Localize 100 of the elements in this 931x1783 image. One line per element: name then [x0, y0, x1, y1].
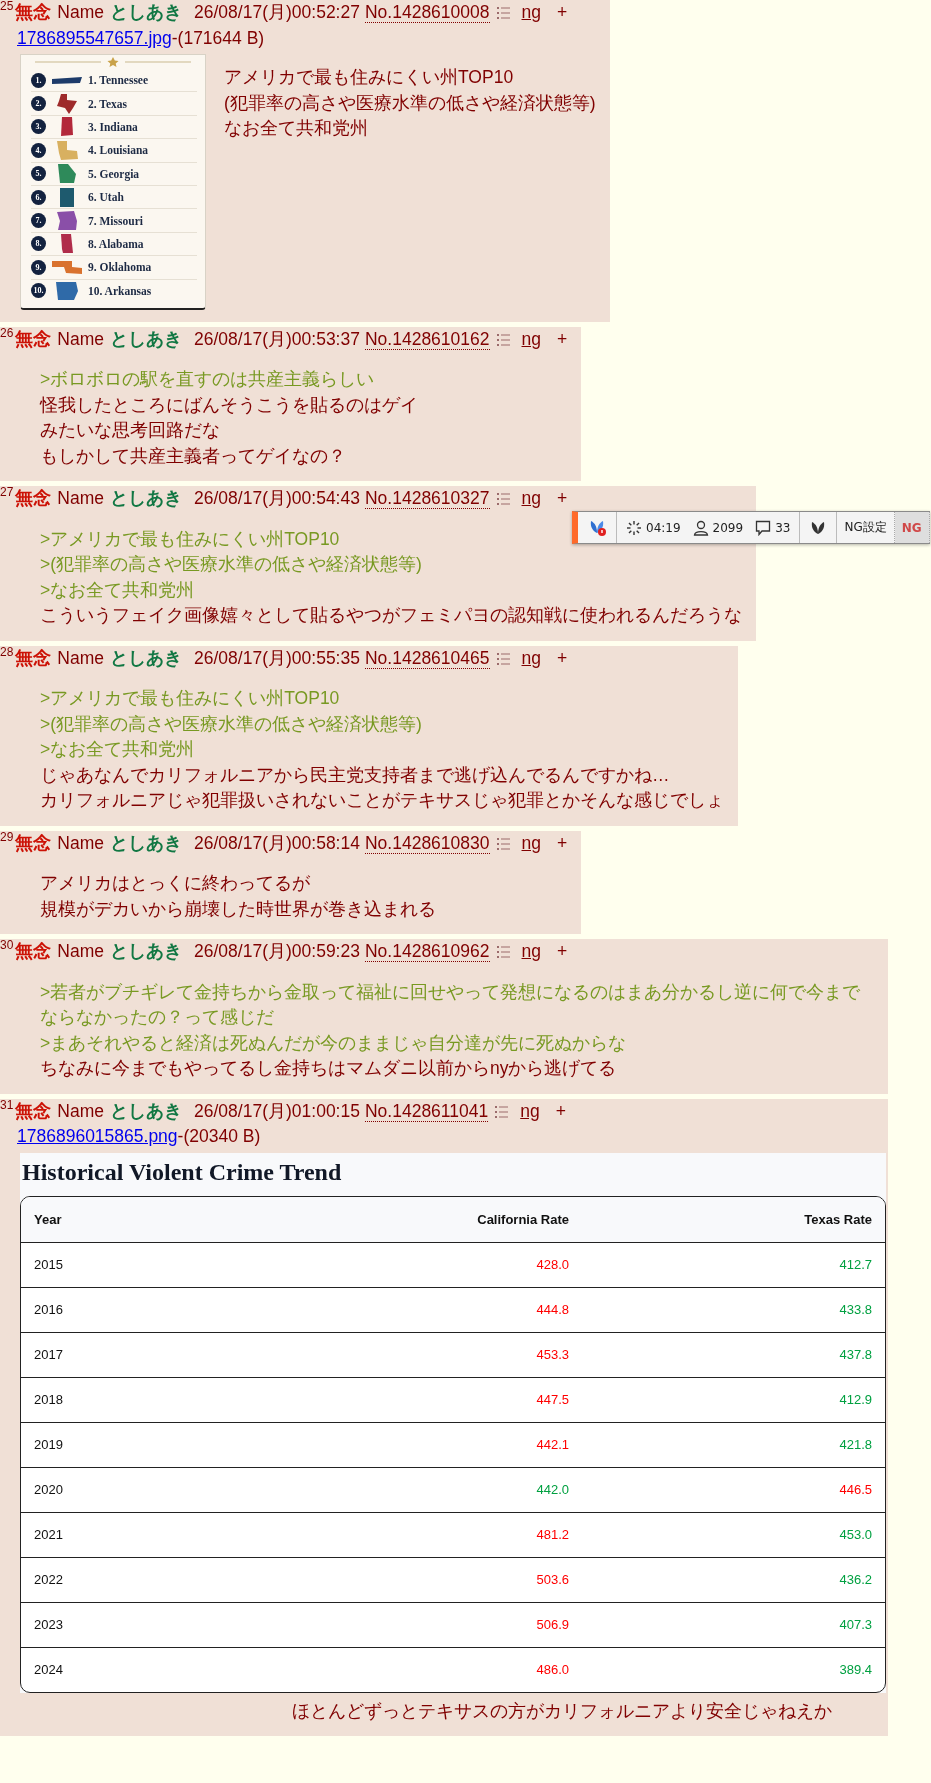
- comment-line: こういうフェイク画像嬉々として貼るやつがフェミパヨの認知戦に使われるんだろうな: [40, 604, 742, 628]
- state-label: 7. Missouri: [88, 214, 143, 227]
- add-button[interactable]: +: [557, 486, 568, 512]
- poster-name: としあき: [110, 1099, 183, 1123]
- name-label: Name: [57, 831, 105, 855]
- file-link[interactable]: 1786895547657.jpg: [17, 27, 172, 48]
- table-cell-text: 2023: [33, 1617, 64, 1633]
- list-icon[interactable]: [496, 945, 510, 960]
- comment-line: じゃあなんでカリフォルニアから民主党支持者まで逃げ込んでるんですかね…: [40, 763, 670, 787]
- table-title: Historical Violent Crime Trend: [21, 1157, 343, 1187]
- state-label: 3. Indiana: [88, 120, 138, 133]
- file-link[interactable]: 1786896015865.png: [17, 1126, 178, 1147]
- ng-link[interactable]: ng: [521, 645, 541, 672]
- post-number: 26: [0, 326, 14, 338]
- post-subject: 無念: [15, 1099, 52, 1123]
- post-subject: 無念: [15, 1, 52, 24]
- column-header: Year: [33, 1211, 63, 1227]
- ng-settings-button[interactable]: NG設定: [837, 512, 895, 543]
- poster-name: としあき: [110, 646, 183, 670]
- quote-line: >ボロボロの駅を直すのは共産主義らしい: [40, 368, 375, 392]
- comment-line: ほとんどずっとテキサスの方がカリフォルニアより安全じゃねえか: [292, 1699, 832, 1723]
- name-label: Name: [57, 1099, 105, 1123]
- list-icon[interactable]: [496, 5, 510, 20]
- list-icon[interactable]: [496, 492, 510, 507]
- post-id-link[interactable]: No.1428610327: [364, 488, 490, 510]
- add-button[interactable]: +: [557, 939, 568, 965]
- table-cell: 503.6: [536, 1572, 569, 1588]
- add-button[interactable]: +: [557, 830, 568, 857]
- poster-name: としあき: [110, 487, 183, 511]
- quote-line: >なお全て共和党州: [40, 738, 195, 762]
- ng-link[interactable]: ng: [520, 1098, 540, 1125]
- table-cell: 407.3: [839, 1617, 872, 1633]
- table-cell-text: 2019: [33, 1437, 64, 1453]
- quote-line: >(犯罪率の高さや医療水準の低さや経済状態等): [40, 712, 422, 736]
- table-cell-text: 2022: [33, 1572, 64, 1588]
- rank-badge: 7.: [31, 213, 46, 229]
- state-label: 5. Georgia: [88, 167, 140, 180]
- table-cell-text: 2017: [33, 1347, 64, 1363]
- add-button[interactable]: +: [557, 645, 568, 672]
- table-cell: 453.3: [536, 1347, 569, 1363]
- list-icon[interactable]: [496, 836, 510, 851]
- poster-name: としあき: [110, 1, 183, 24]
- column-header: Texas Rate: [803, 1211, 873, 1227]
- post-number: 25: [0, 0, 14, 11]
- comment-line: カリフォルニアじゃ犯罪扱いされないことがテキサスじゃ犯罪とかそんな感じでしょ: [40, 789, 724, 813]
- table-cell-text: 2015: [33, 1257, 64, 1273]
- post-id-link[interactable]: No.1428610162: [364, 328, 490, 350]
- rank-badge: 8.: [31, 236, 46, 252]
- table-cell-text: 2020: [33, 1482, 64, 1498]
- list-icon[interactable]: [496, 332, 510, 347]
- quote-line: >(犯罪率の高さや医療水準の低さや経済状態等): [40, 553, 422, 577]
- rank-badge: 1.: [31, 72, 46, 88]
- list-icon[interactable]: [496, 651, 510, 666]
- post-id-link[interactable]: No.1428610830: [364, 832, 490, 854]
- list-icon[interactable]: [495, 1104, 509, 1119]
- ng-link[interactable]: ng: [521, 0, 541, 26]
- quote-line: >アメリカで最も住みにくい州TOP10: [40, 527, 340, 551]
- loading-icon: [626, 519, 642, 536]
- post-date: 26/08/17(月)00:54:43: [194, 487, 360, 511]
- post-subject: 無念: [15, 487, 52, 511]
- table-cell: 436.2: [839, 1572, 872, 1588]
- ng-link[interactable]: ng: [521, 939, 541, 965]
- rank-badge: 10.: [31, 283, 46, 299]
- rank-badge: 3.: [31, 119, 46, 135]
- post-id-link[interactable]: No.1428610008: [364, 2, 490, 23]
- file-size: -(20340 B): [177, 1126, 261, 1147]
- comment-line: アメリカで最も住みにくい州TOP10: [224, 66, 514, 89]
- ng-link[interactable]: ng: [521, 830, 541, 857]
- table-cell: 442.0: [536, 1482, 569, 1498]
- table-cell: 428.0: [536, 1257, 569, 1273]
- comment-line: 怪我したところにばんそうこうを貼るのはゲイ: [40, 393, 418, 417]
- post-date: 26/08/17(月)00:52:27: [194, 1, 360, 24]
- add-button[interactable]: +: [555, 1098, 566, 1125]
- post-number: 29: [0, 830, 14, 842]
- state-label: 6. Utah: [88, 191, 124, 204]
- name-label: Name: [57, 646, 105, 670]
- table-cell: 447.5: [536, 1392, 569, 1408]
- ng-link[interactable]: ng: [521, 326, 541, 353]
- comment-line: ちなみに今までもやってるし金持ちはマムダニ以前からnyから逃げてる: [40, 1057, 617, 1081]
- timer-text: 04:19: [646, 520, 681, 535]
- post-date: 26/08/17(月)00:59:23: [194, 940, 360, 964]
- ng-link[interactable]: ng: [521, 486, 541, 512]
- comment-line: なお全て共和党州: [224, 117, 368, 140]
- post-id-link[interactable]: No.1428610962: [364, 941, 490, 963]
- rank-badge: 9.: [31, 259, 46, 275]
- quote-line: >アメリカで最も住みにくい州TOP10: [40, 687, 340, 711]
- table-cell: 442.1: [536, 1437, 569, 1453]
- table-cell: 486.0: [536, 1662, 569, 1678]
- name-label: Name: [57, 327, 105, 351]
- post-number: 28: [0, 645, 14, 657]
- add-button[interactable]: +: [557, 0, 568, 26]
- post-date: 26/08/17(月)00:55:35: [194, 646, 360, 670]
- post-id-link[interactable]: No.1428611041: [364, 1100, 489, 1122]
- post-id-link[interactable]: No.1428610465: [364, 647, 490, 669]
- table-cell: 444.8: [536, 1302, 569, 1318]
- comment-line: (犯罪率の高さや医療水準の低さや経済状態等): [224, 91, 596, 115]
- post-number: 31: [0, 1098, 14, 1110]
- add-button[interactable]: +: [557, 326, 568, 353]
- name-label: Name: [57, 487, 105, 511]
- comment-line: みたいな思考回路だな: [40, 419, 220, 443]
